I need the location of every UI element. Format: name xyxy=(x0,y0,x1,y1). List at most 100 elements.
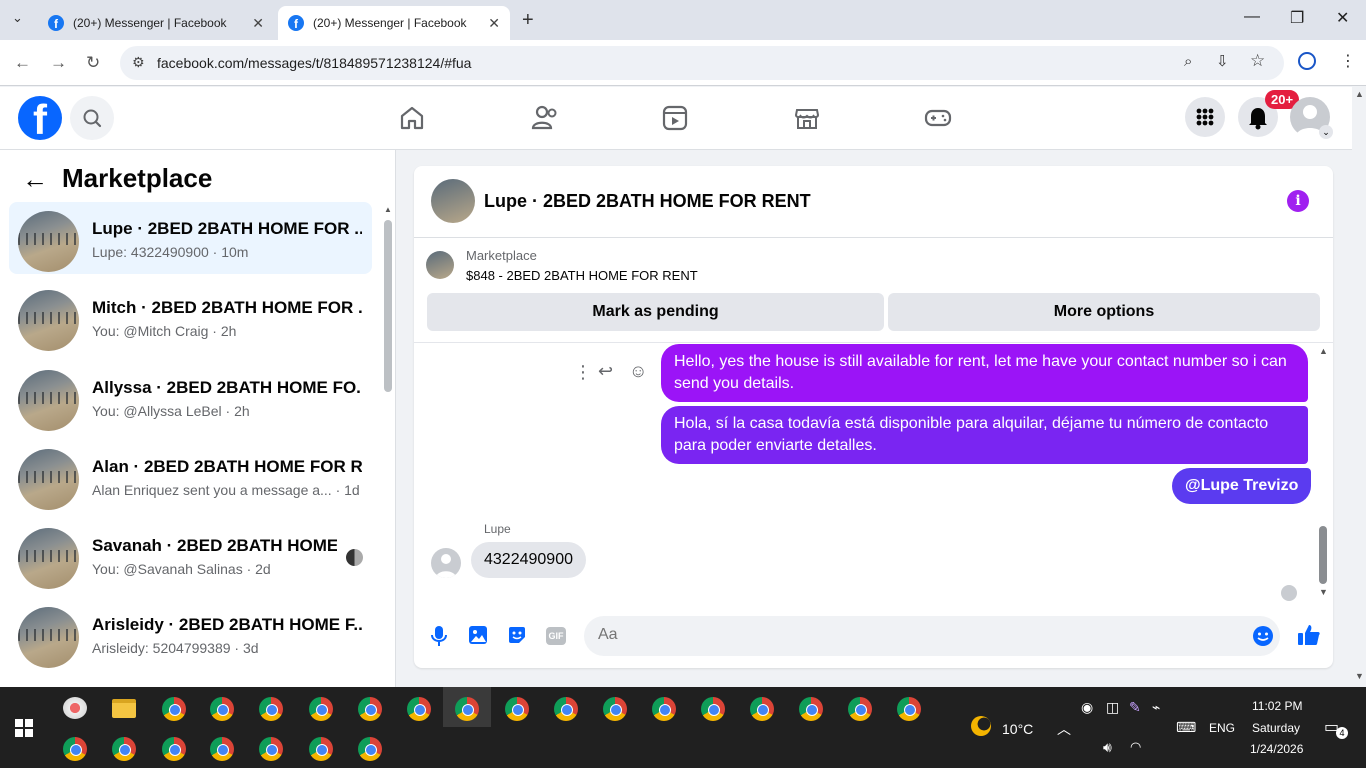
chrome-profile-icon[interactable] xyxy=(358,737,382,761)
weather-temp[interactable]: 10°C xyxy=(1002,721,1033,737)
gaming-icon[interactable] xyxy=(923,104,953,132)
chrome-profile-icon[interactable] xyxy=(407,697,431,721)
pen-icon[interactable]: ✎ xyxy=(1129,699,1141,716)
clock-date[interactable]: 1/24/2026 xyxy=(1250,742,1303,756)
back-arrow-icon[interactable]: ← xyxy=(22,164,48,195)
photo-icon[interactable] xyxy=(468,625,488,645)
chrome-profile-icon[interactable] xyxy=(309,737,333,761)
like-thumb-icon[interactable] xyxy=(1297,623,1321,647)
scroll-down-arrow-icon[interactable]: ▼ xyxy=(1319,587,1328,597)
incoming-message[interactable]: 4322490900 xyxy=(471,542,586,578)
language-indicator[interactable]: ENG xyxy=(1209,721,1235,735)
chrome-profile-icon[interactable] xyxy=(259,737,283,761)
conversation-item[interactable]: Mitch · 2BED 2BATH HOME FOR ... You: @Mi… xyxy=(9,281,372,353)
conversation-item[interactable]: Arisleidy · 2BED 2BATH HOME F... Arislei… xyxy=(9,598,372,670)
sticker-icon[interactable] xyxy=(507,625,527,645)
gif-icon[interactable]: GIF xyxy=(546,627,566,645)
emoji-icon[interactable] xyxy=(1252,625,1274,647)
address-bar[interactable]: ⚙ facebook.com/messages/t/81848957123812… xyxy=(120,46,1284,80)
close-tab-icon[interactable]: ✕ xyxy=(252,15,264,32)
forward-icon[interactable]: → xyxy=(50,53,67,73)
close-window-icon[interactable]: ✕ xyxy=(1336,8,1349,28)
conversation-item[interactable]: Alan · 2BED 2BATH HOME FOR R... Alan Enr… xyxy=(9,440,372,512)
chrome-profile-icon[interactable] xyxy=(309,697,333,721)
chrome-profile-icon[interactable] xyxy=(505,697,529,721)
conversation-item[interactable]: Lupe · 2BED 2BATH HOME FOR ... Lupe: 432… xyxy=(9,202,372,274)
wifi-icon[interactable]: ◠ xyxy=(1130,739,1141,755)
record-icon[interactable]: ◉ xyxy=(1081,699,1093,716)
scroll-up-arrow-icon[interactable]: ▲ xyxy=(384,205,392,214)
outgoing-message[interactable]: Hello, yes the house is still available … xyxy=(661,344,1308,402)
tab-search-icon[interactable]: ⌄ xyxy=(12,10,23,26)
marketplace-icon[interactable] xyxy=(793,104,821,132)
scroll-down-arrow-icon[interactable]: ▼ xyxy=(1355,671,1364,681)
chrome-profile-icon[interactable] xyxy=(750,697,774,721)
sender-avatar[interactable] xyxy=(431,548,461,578)
facebook-logo[interactable]: f xyxy=(18,96,62,140)
chrome-profile-icon[interactable] xyxy=(848,697,872,721)
site-info-icon[interactable]: ⚙ xyxy=(132,54,145,71)
message-input[interactable] xyxy=(598,626,1238,644)
bookmark-star-icon[interactable]: ☆ xyxy=(1250,51,1265,71)
menu-grid-button[interactable] xyxy=(1185,97,1225,137)
conversation-item[interactable]: Allyssa · 2BED 2BATH HOME FO... You: @Al… xyxy=(9,361,372,433)
weather-icon[interactable] xyxy=(971,716,991,736)
chevron-down-icon[interactable]: ⌄ xyxy=(1319,125,1333,139)
video-icon[interactable] xyxy=(661,104,689,132)
chrome-profile-icon[interactable] xyxy=(701,697,725,721)
chrome-profile-icon[interactable] xyxy=(603,697,627,721)
reply-icon[interactable]: ↩ xyxy=(598,361,613,382)
chrome-profile-icon[interactable] xyxy=(897,697,921,721)
chrome-profile-icon[interactable] xyxy=(455,697,479,721)
profile-icon[interactable] xyxy=(1298,52,1316,70)
browser-tab-2-active[interactable]: f (20+) Messenger | Facebook ✕ xyxy=(278,6,510,40)
chrome-profile-icon[interactable] xyxy=(799,697,823,721)
message-composer[interactable] xyxy=(584,616,1280,656)
info-icon[interactable]: i xyxy=(1287,190,1309,212)
more-dots-icon[interactable]: ⋮ xyxy=(574,362,592,383)
chrome-profile-icon[interactable] xyxy=(63,737,87,761)
listing-thumbnail[interactable] xyxy=(426,251,454,279)
camera-icon[interactable]: ◫ xyxy=(1106,699,1119,716)
chrome-profile-icon[interactable] xyxy=(652,697,676,721)
conversation-item[interactable]: Savanah · 2BED 2BATH HOME... You: @Savan… xyxy=(9,519,372,591)
chrome-profile-icon[interactable] xyxy=(554,697,578,721)
install-icon[interactable]: ⇩ xyxy=(1216,52,1229,70)
fb-search-button[interactable] xyxy=(70,96,114,140)
reload-icon[interactable]: ↻ xyxy=(86,53,100,73)
chat-title[interactable]: Lupe · 2BED 2BATH HOME FOR RENT xyxy=(484,191,811,212)
chrome-profile-icon[interactable] xyxy=(162,697,186,721)
outgoing-message[interactable]: Hola, sí la casa todavía está disponible… xyxy=(661,406,1308,464)
windows-start-icon[interactable] xyxy=(15,719,33,737)
mark-as-pending-button[interactable]: Mark as pending xyxy=(427,293,884,331)
home-icon[interactable] xyxy=(398,104,426,132)
clock-day[interactable]: Saturday xyxy=(1252,721,1300,735)
chat-avatar[interactable] xyxy=(431,179,475,223)
scroll-up-arrow-icon[interactable]: ▲ xyxy=(1319,346,1328,356)
browser-tab-1[interactable]: f (20+) Messenger | Facebook ✕ xyxy=(38,6,274,40)
emoji-react-icon[interactable]: ☺ xyxy=(629,361,647,382)
battery-plug-icon[interactable]: ⌁ xyxy=(1152,699,1160,716)
chat-scrollbar[interactable] xyxy=(1319,526,1327,584)
chrome-profile-icon[interactable] xyxy=(259,697,283,721)
page-scrollbar[interactable]: ▲ ▼ xyxy=(1352,87,1366,687)
more-options-button[interactable]: More options xyxy=(888,293,1320,331)
chrome-profile-icon[interactable] xyxy=(210,737,234,761)
restore-icon[interactable]: ❐ xyxy=(1290,8,1304,28)
listing-price[interactable]: $848 - 2BED 2BATH HOME FOR RENT xyxy=(466,268,698,283)
tray-overflow-icon[interactable]: ︿ xyxy=(1057,719,1071,739)
snipping-tool-icon[interactable] xyxy=(63,697,87,719)
scroll-up-arrow-icon[interactable]: ▲ xyxy=(1355,89,1364,99)
back-icon[interactable]: ← xyxy=(14,53,31,73)
outgoing-message[interactable]: @Lupe Trevizo xyxy=(1172,468,1312,504)
chrome-icon[interactable] xyxy=(210,697,234,721)
new-tab-icon[interactable]: + xyxy=(522,9,534,32)
menu-dots-icon[interactable]: ⋮ xyxy=(1340,51,1356,71)
chrome-profile-icon[interactable] xyxy=(358,697,382,721)
clock-time[interactable]: 11:02 PM xyxy=(1252,699,1302,713)
keyboard-icon[interactable]: ⌨ xyxy=(1176,719,1196,736)
minimize-icon[interactable]: — xyxy=(1244,8,1260,26)
chrome-profile-icon[interactable] xyxy=(112,737,136,761)
close-tab-icon[interactable]: ✕ xyxy=(488,15,500,32)
chrome-profile-icon[interactable] xyxy=(162,737,186,761)
